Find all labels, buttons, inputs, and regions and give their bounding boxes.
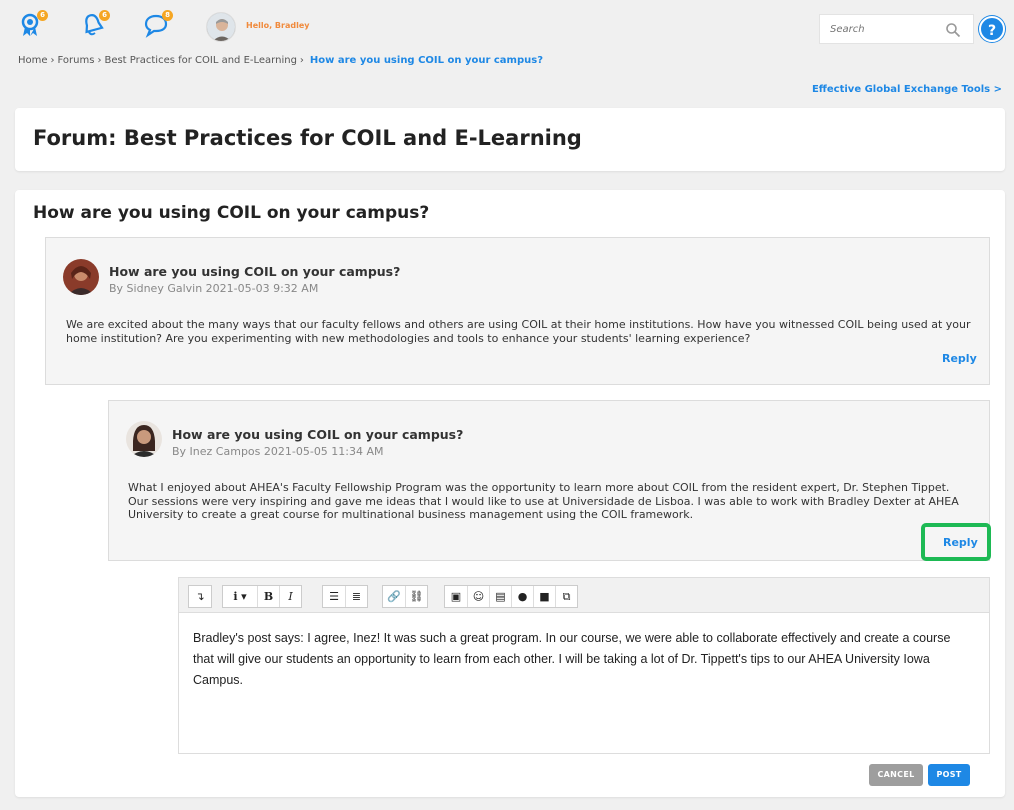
greeting-text: Hello, Bradley	[246, 21, 310, 30]
user-avatar[interactable]	[206, 12, 236, 42]
author-avatar	[126, 421, 162, 457]
post-button[interactable]: POST	[928, 764, 970, 786]
breadcrumb: Home › Forums › Best Practices for COIL and …	[18, 55, 543, 66]
bold-icon[interactable]: B	[257, 586, 279, 607]
cancel-button[interactable]: CANCEL	[869, 764, 923, 786]
author-avatar	[63, 259, 99, 295]
top-bar: 6 6 8 Hello, Bradley ?	[0, 0, 1014, 50]
bulleted-list-icon[interactable]: ☰	[323, 586, 345, 607]
emoji-icon[interactable]: ☺	[467, 586, 489, 607]
italic-icon[interactable]: I	[279, 586, 301, 607]
thread-card: How are you using COIL on your campus? H…	[15, 190, 1005, 797]
microphone-icon[interactable]: ●	[511, 586, 533, 607]
image-icon[interactable]: ▣	[445, 586, 467, 607]
breadcrumb-current[interactable]: How are you using COIL on your campus?	[310, 55, 543, 66]
reply-link[interactable]: Reply	[942, 352, 977, 365]
awards-badge: 6	[37, 10, 48, 21]
file-icon[interactable]: ▤	[489, 586, 511, 607]
collapse-toolbar-icon[interactable]: ↴	[189, 586, 211, 607]
reply-highlight-box	[921, 523, 991, 561]
forum-post: How are you using COIL on your campus? B…	[108, 400, 990, 561]
messages-badge: 8	[162, 10, 173, 21]
breadcrumb-separator: ›	[299, 55, 304, 66]
post-meta: By Sidney Galvin 2021-05-03 9:32 AM	[109, 282, 319, 295]
search-box[interactable]	[819, 14, 974, 44]
awards-icon[interactable]: 6	[18, 10, 48, 42]
forum-post: How are you using COIL on your campus? B…	[45, 237, 990, 385]
numbered-list-icon[interactable]: ≣	[345, 586, 367, 607]
toolbar-group: i ▾ B I	[222, 585, 302, 608]
breadcrumb-home[interactable]: Home	[18, 55, 48, 66]
editor-content[interactable]: Bradley's post says: I agree, Inez! It w…	[193, 628, 973, 691]
toolbar-group: ▣ ☺ ▤ ● ■ ⧉	[444, 585, 578, 608]
chat-icon[interactable]: 8	[143, 10, 173, 42]
bell-icon[interactable]: 6	[80, 10, 110, 42]
post-body: We are excited about the many ways that …	[66, 318, 971, 345]
toolbar-group: ☰ ≣	[322, 585, 368, 608]
toolbar-group: 🔗 ⛓	[382, 585, 428, 608]
forum-header-card: Forum: Best Practices for COIL and E-Lea…	[15, 108, 1005, 171]
page-title: Forum: Best Practices for COIL and E-Lea…	[33, 126, 582, 150]
reply-editor[interactable]: ↴ i ▾ B I ☰ ≣ 🔗 ⛓ ▣ ☺ ▤ ● ■ ⧉ Bradley's …	[178, 577, 990, 754]
thread-title: How are you using COIL on your campus?	[33, 203, 430, 223]
search-input[interactable]	[830, 15, 940, 43]
post-title: How are you using COIL on your campus?	[172, 427, 464, 442]
notifications-badge: 6	[99, 10, 110, 21]
format-dropdown-icon[interactable]: i ▾	[223, 586, 257, 607]
link-icon[interactable]: 🔗	[383, 586, 405, 607]
search-icon[interactable]	[945, 22, 961, 38]
breadcrumb-forums[interactable]: Forums	[58, 55, 95, 66]
breadcrumb-separator: ›	[97, 55, 102, 66]
breadcrumb-separator: ›	[50, 55, 55, 66]
post-meta: By Inez Campos 2021-05-05 11:34 AM	[172, 445, 384, 458]
toolbar-group: ↴	[188, 585, 212, 608]
unlink-icon[interactable]: ⛓	[405, 586, 427, 607]
help-button[interactable]: ?	[979, 16, 1005, 42]
breadcrumb-forum[interactable]: Best Practices for COIL and E-Learning	[104, 55, 296, 66]
editor-toolbar: ↴ i ▾ B I ☰ ≣ 🔗 ⛓ ▣ ☺ ▤ ● ■ ⧉	[179, 578, 989, 613]
post-title: How are you using COIL on your campus?	[109, 264, 401, 279]
video-icon[interactable]: ■	[533, 586, 555, 607]
post-body: What I enjoyed about AHEA's Faculty Fell…	[128, 481, 959, 521]
global-exchange-tools-link[interactable]: Effective Global Exchange Tools >	[812, 84, 1002, 95]
paste-icon[interactable]: ⧉	[555, 586, 577, 607]
